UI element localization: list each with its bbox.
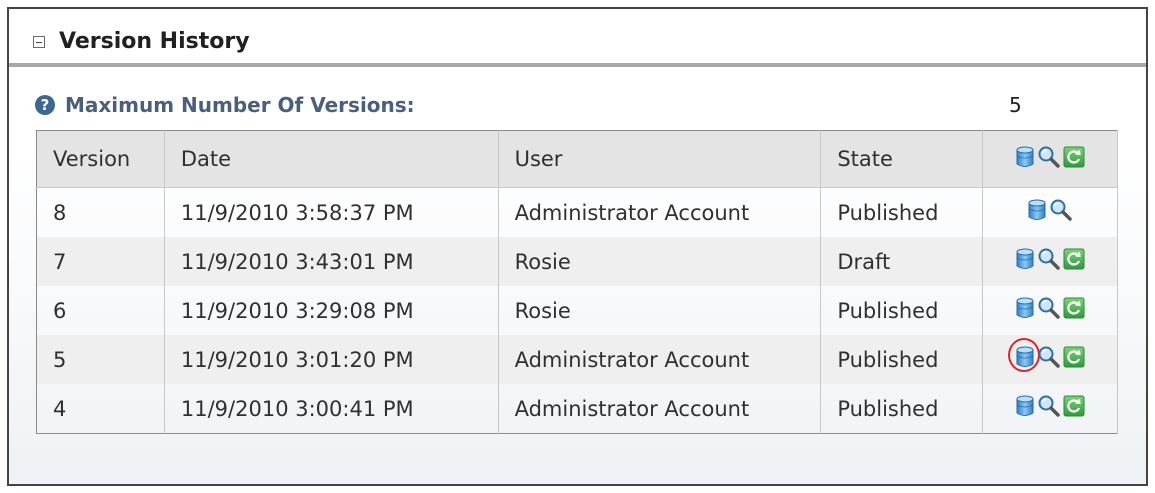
cell-actions [982, 237, 1118, 286]
cell-user: Administrator Account [498, 384, 822, 434]
table-row: 8 11/9/2010 3:58:37 PM Administrator Accou… [36, 187, 1118, 237]
magnifier-preview-icon[interactable] [1037, 296, 1061, 325]
cell-state: Published [820, 286, 984, 335]
cell-user: Rosie [498, 237, 822, 286]
cell-date: 11/9/2010 3:29:08 PM [164, 286, 499, 335]
cell-date: 11/9/2010 3:43:01 PM [164, 237, 499, 286]
cell-date: 11/9/2010 3:01:20 PM [164, 335, 499, 384]
cell-user: Administrator Account [498, 187, 822, 237]
table-header-row: Version Date User State [36, 130, 1118, 188]
cell-state: Draft [820, 237, 984, 286]
cell-date: 11/9/2010 3:58:37 PM [164, 187, 499, 237]
cell-state: Published [820, 335, 984, 384]
database-delete-icon[interactable] [1015, 247, 1035, 276]
collapse-icon[interactable] [33, 36, 45, 48]
header-user[interactable]: User [498, 130, 822, 188]
table-row: 6 11/9/2010 3:29:08 PM Rosie Published [36, 286, 1118, 335]
cell-actions [982, 384, 1118, 434]
cell-version: 6 [36, 286, 165, 335]
table-row: 7 11/9/2010 3:43:01 PM Rosie Draft [36, 237, 1118, 286]
cell-actions [982, 286, 1118, 335]
restore-version-icon[interactable] [1063, 146, 1085, 173]
versions-table: Version Date User State 8 11/9/2010 3:58:… [36, 130, 1118, 434]
cell-user: Administrator Account [498, 335, 822, 384]
cell-date: 11/9/2010 3:00:41 PM [164, 384, 499, 434]
restore-version-icon[interactable] [1063, 297, 1085, 324]
max-versions-row: ? Maximum Number Of Versions: 5 [33, 93, 1033, 123]
max-versions-label: Maximum Number Of Versions: [65, 93, 415, 117]
header-state[interactable]: State [820, 130, 984, 188]
magnifier-preview-icon[interactable] [1037, 345, 1061, 374]
database-delete-icon[interactable] [1015, 394, 1035, 423]
cell-version: 4 [36, 384, 165, 434]
cell-user: Rosie [498, 286, 822, 335]
section-title: Version History [59, 29, 250, 54]
magnifier-preview-icon[interactable] [1037, 145, 1061, 174]
cell-actions [982, 187, 1118, 237]
restore-version-icon[interactable] [1063, 395, 1085, 422]
restore-version-icon[interactable] [1063, 248, 1085, 275]
restore-version-icon[interactable] [1063, 346, 1085, 373]
cell-state: Published [820, 384, 984, 434]
max-versions-value: 5 [1009, 93, 1022, 117]
magnifier-preview-icon[interactable] [1037, 394, 1061, 423]
header-version[interactable]: Version [36, 130, 165, 188]
cell-version: 5 [36, 335, 165, 384]
cell-version: 7 [36, 237, 165, 286]
database-delete-icon[interactable] [1008, 338, 1041, 374]
table-row: 4 11/9/2010 3:00:41 PM Administrator Accou… [36, 384, 1118, 434]
highlight-ring [1008, 338, 1041, 372]
database-delete-icon[interactable] [1027, 198, 1047, 227]
header-date[interactable]: Date [164, 130, 499, 188]
cell-version: 8 [36, 187, 165, 237]
help-icon[interactable]: ? [35, 95, 55, 115]
cell-state: Published [820, 187, 984, 237]
magnifier-preview-icon[interactable] [1049, 198, 1073, 227]
header-actions [982, 130, 1118, 188]
database-delete-icon[interactable] [1015, 145, 1035, 174]
version-history-panel: Version History ? Maximum Number Of Vers… [7, 7, 1148, 486]
table-row: 5 11/9/2010 3:01:20 PM Administrator Accou… [36, 335, 1118, 384]
magnifier-preview-icon[interactable] [1037, 247, 1061, 276]
cell-actions [982, 335, 1118, 384]
database-delete-icon[interactable] [1015, 296, 1035, 325]
section-header: Version History [9, 9, 1146, 67]
